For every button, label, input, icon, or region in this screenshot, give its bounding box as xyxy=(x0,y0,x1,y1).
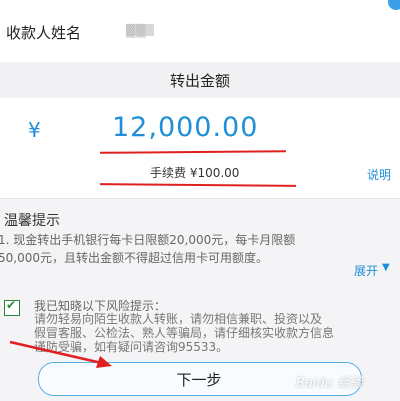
risk-notice-line: 谨防受骗，如有疑问请咨询95533。 xyxy=(34,340,229,354)
checkmark-icon: ✔ xyxy=(6,298,17,312)
expand-tips-link[interactable]: 展开 xyxy=(354,262,378,279)
fee-text: 手续费 ¥100.00 xyxy=(150,166,240,180)
chevron-down-icon[interactable]: ▼ xyxy=(382,262,390,273)
recipient-name-value: ▒▒ xyxy=(126,24,154,38)
amount-header-title: 转出金额 xyxy=(169,72,230,90)
tips-text-line: 1. 现金转出手机银行每卡日限额20,000元，每卡月限额 xyxy=(0,233,296,247)
tips-text-line: 50,000元，且转出金额不得超过信用卡可用额度。 xyxy=(0,251,268,265)
currency-symbol: ¥ xyxy=(28,118,41,142)
tips-title: 温馨提示 xyxy=(4,213,60,229)
recipient-name-label: 收款人姓名 xyxy=(6,24,82,42)
watermark-text: Baidu 经验 xyxy=(296,376,364,391)
transfer-amount-input[interactable]: 12,000.00 xyxy=(112,112,258,143)
fee-explain-link[interactable]: 说明 xyxy=(367,166,391,183)
